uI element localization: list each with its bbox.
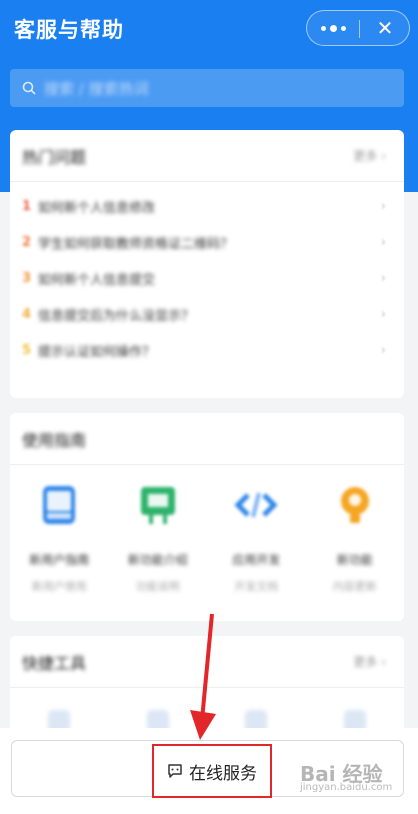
chevron-right-icon: › — [380, 306, 386, 322]
question-text: 提示认证如何操作？ — [38, 344, 156, 360]
chevron-right-icon: › — [380, 234, 386, 250]
list-item[interactable]: 5 提示认证如何操作？ › — [10, 332, 404, 368]
chevron-right-icon: › — [380, 198, 386, 214]
more-dots-icon[interactable] — [307, 11, 359, 45]
lightbulb-icon — [340, 487, 369, 523]
question-text: 如何新个人信息提交 — [38, 272, 156, 288]
guide-item-new-user[interactable]: 新用户指南 新用户使用 — [15, 483, 103, 594]
guide-item-features[interactable]: 新功能介绍 功能说明 — [114, 483, 202, 594]
annotation-arrow-icon — [190, 613, 216, 740]
guide-label: 新功能 — [336, 553, 373, 567]
guide-sub: 新用户使用 — [31, 580, 87, 593]
guide-label: 新功能介绍 — [127, 553, 188, 567]
guides-grid: 新用户指南 新用户使用 新功能介绍 功能说明 应用开发 开发文档 新功能 内容更… — [10, 465, 404, 594]
question-text: 信息提交后为什么没显示？ — [38, 308, 195, 324]
tools-title: 快捷工具 — [22, 653, 87, 673]
hot-questions-more-link[interactable]: 更多 › — [353, 147, 386, 164]
list-item[interactable]: 1 如何新个人信息修改 › — [10, 188, 404, 224]
guide-sub: 内容更新 — [332, 580, 377, 593]
hot-questions-list: 1 如何新个人信息修改 › 2 学生如何获取教师资格证二维码？ › 3 如何新个… — [10, 182, 404, 374]
question-rank: 5 — [22, 342, 32, 358]
tools-more-link[interactable]: 更多 › — [353, 653, 386, 670]
question-rank: 4 — [22, 306, 32, 322]
presentation-icon — [140, 487, 175, 524]
search-input[interactable]: 搜索 / 搜索热词 — [10, 69, 404, 107]
list-item[interactable]: 4 信息提交后为什么没显示？ › — [10, 296, 404, 332]
list-item[interactable]: 3 如何新个人信息提交 › — [10, 260, 404, 296]
guides-card: 使用指南 新用户指南 新用户使用 新功能介绍 功能说明 应用开发 开发文档 新功… — [10, 413, 404, 621]
guide-sub: 开发文档 — [234, 580, 279, 593]
hot-questions-card: 热门问题 更多 › 1 如何新个人信息修改 › 2 学生如何获取教师资格证二维码… — [10, 130, 404, 398]
hot-questions-header: 热门问题 更多 › — [10, 130, 404, 182]
guide-sub: 功能说明 — [135, 580, 180, 593]
code-icon — [234, 492, 278, 518]
hot-questions-title: 热门问题 — [22, 147, 87, 167]
question-text: 如何新个人信息修改 — [38, 200, 156, 216]
list-item[interactable]: 2 学生如何获取教师资格证二维码？ › — [10, 224, 404, 260]
guides-header: 使用指南 — [10, 413, 404, 465]
chat-icon — [168, 764, 182, 778]
tablet-icon — [43, 486, 76, 524]
close-icon[interactable]: ✕ — [360, 11, 410, 45]
search-icon — [22, 81, 36, 95]
question-text: 学生如何获取教师资格证二维码？ — [38, 236, 234, 252]
online-service-label: 在线服务 — [189, 763, 257, 784]
guides-title: 使用指南 — [22, 430, 87, 450]
mini-program-capsule: ✕ — [306, 10, 410, 46]
chevron-right-icon: › — [380, 270, 386, 286]
guide-label: 应用开发 — [232, 553, 281, 567]
online-service-highlight[interactable]: 在线服务 — [152, 744, 272, 798]
guide-item-new-feature[interactable]: 新功能 内容更新 — [311, 483, 399, 594]
question-rank: 2 — [22, 234, 32, 250]
question-rank: 3 — [22, 270, 32, 286]
chevron-right-icon: › — [380, 342, 386, 358]
search-placeholder: 搜索 / 搜索热词 — [44, 79, 149, 98]
question-rank: 1 — [22, 198, 32, 214]
title-bar: 客服与帮助 ✕ — [0, 0, 418, 58]
guide-label: 新用户指南 — [29, 553, 90, 567]
page-title: 客服与帮助 — [14, 18, 124, 42]
guide-item-development[interactable]: 应用开发 开发文档 — [212, 483, 300, 594]
watermark-url: jingyan.baidu.com — [300, 782, 393, 793]
